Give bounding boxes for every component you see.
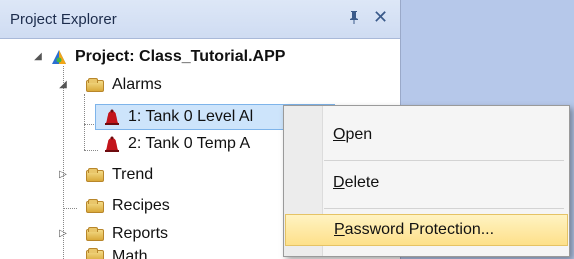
collapse-arrow-icon[interactable]: ◢ — [58, 80, 68, 90]
folder-icon — [86, 199, 104, 213]
alarm-bell-icon — [102, 135, 122, 153]
folder-icon — [86, 227, 104, 241]
tree-item-alarms[interactable]: ◢ Alarms — [58, 72, 162, 98]
tree-item-alarm-1[interactable]: 1: Tank 0 Level Al — [102, 104, 253, 130]
tree-label-math: Math — [112, 248, 148, 259]
menu-item-delete[interactable]: Delete — [285, 167, 568, 199]
tree-label-recipes: Recipes — [112, 197, 170, 214]
tree-label-alarm-1: 1: Tank 0 Level Al — [128, 108, 254, 125]
expand-arrow-icon[interactable]: ▷ — [58, 170, 68, 180]
tree-item-trend[interactable]: ▷ Trend — [58, 162, 153, 188]
pin-icon[interactable] — [348, 10, 360, 27]
tree-item-alarm-2[interactable]: 2: Tank 0 Temp A — [102, 131, 250, 157]
folder-icon — [86, 78, 104, 92]
menu-label-password-protection: Password Protection... — [334, 221, 495, 238]
tree-label-alarm-2: 2: Tank 0 Temp A — [128, 135, 251, 152]
panel-titlebar: Project Explorer ✕ — [0, 0, 400, 39]
alarm-bell-icon — [102, 108, 122, 126]
close-icon[interactable]: ✕ — [373, 7, 388, 28]
tree-label-project: Project: Class_Tutorial.APP — [75, 48, 286, 65]
tree-label-trend: Trend — [112, 166, 154, 183]
menu-label-open: Open — [333, 126, 373, 143]
panel-title: Project Explorer — [10, 11, 117, 28]
tree-label-reports: Reports — [112, 225, 169, 242]
folder-icon — [86, 168, 104, 182]
context-menu: Open Delete Password Protection... — [283, 105, 570, 257]
menu-item-open[interactable]: Open — [285, 119, 568, 151]
tree-item-recipes[interactable]: Recipes — [58, 193, 170, 219]
project-app-icon — [49, 47, 69, 67]
tree-item-reports[interactable]: ▷ Reports — [58, 221, 168, 247]
menu-separator — [324, 160, 564, 161]
tree-label-alarms: Alarms — [112, 76, 162, 93]
expand-arrow-icon[interactable]: ▷ — [58, 229, 68, 239]
menu-label-delete: Delete — [333, 174, 380, 191]
menu-item-password-protection[interactable]: Password Protection... — [285, 214, 568, 246]
tree-item-math[interactable]: Math — [58, 248, 148, 259]
folder-icon — [86, 248, 104, 259]
collapse-arrow-icon[interactable]: ◢ — [33, 52, 43, 62]
menu-separator — [324, 208, 564, 209]
tree-item-project[interactable]: ◢ Project: Class_Tutorial.APP — [33, 44, 285, 70]
